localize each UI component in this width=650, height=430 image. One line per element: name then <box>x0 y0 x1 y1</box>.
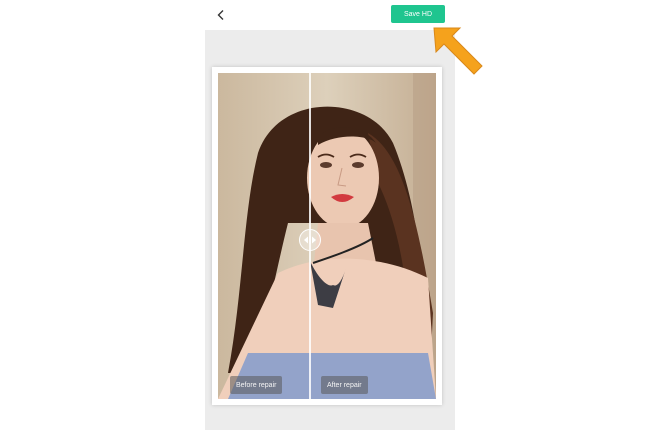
compare-slider-handle[interactable] <box>299 229 321 251</box>
back-button[interactable] <box>211 5 231 25</box>
photo-comparison-card: Before repair After repair <box>212 67 442 405</box>
before-repair-label: Before repair <box>230 376 283 394</box>
comparison-photo[interactable]: Before repair After repair <box>218 73 436 399</box>
chevron-left-icon <box>217 10 224 20</box>
after-image <box>218 73 436 399</box>
after-repair-label: After repair <box>321 376 368 394</box>
save-hd-button[interactable]: Save HD <box>391 5 445 23</box>
top-toolbar: Save HD <box>205 0 455 30</box>
pointer-arrow-icon <box>433 27 483 75</box>
left-right-arrows-icon <box>304 236 316 244</box>
